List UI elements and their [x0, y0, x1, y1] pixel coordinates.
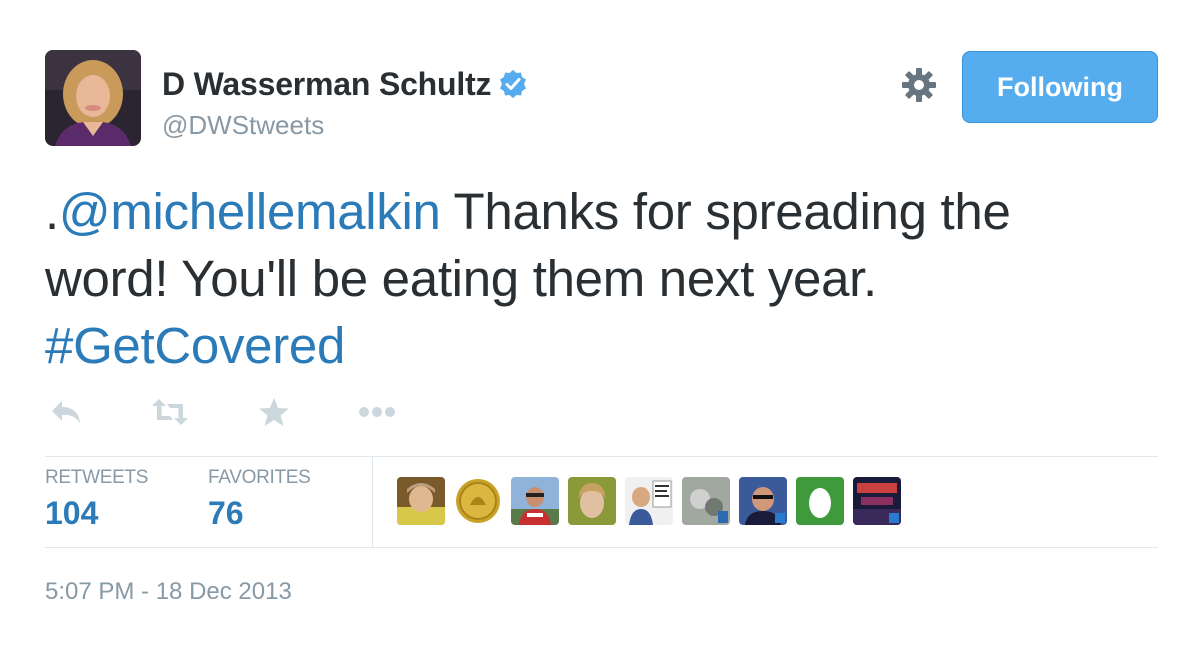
favoriter-avatar[interactable] — [625, 477, 673, 525]
more-button[interactable] — [357, 396, 397, 432]
hashtag-link[interactable]: #GetCovered — [45, 317, 345, 374]
favorite-button[interactable] — [258, 396, 290, 432]
author-handle[interactable]: @DWStweets — [162, 110, 324, 141]
favoriter-avatar[interactable] — [682, 477, 730, 525]
reply-button[interactable] — [50, 396, 82, 432]
favorites-count: 76 — [208, 495, 244, 531]
verified-badge-icon — [497, 68, 529, 100]
favoriter-avatars — [397, 477, 910, 525]
mention-link[interactable]: @michellemalkin — [59, 183, 441, 240]
author-avatar[interactable] — [45, 50, 141, 146]
tweet-text: .@michellemalkin Thanks for spreading th… — [45, 178, 1145, 379]
favorites-stat[interactable]: FAVORITES 76 — [208, 467, 311, 532]
stats-bottom-divider — [45, 547, 1158, 548]
favoriter-avatar[interactable] — [796, 477, 844, 525]
retweet-button[interactable] — [150, 396, 190, 432]
favoriter-avatar[interactable] — [511, 477, 559, 525]
author-name-row[interactable]: D Wasserman Schultz — [162, 64, 529, 104]
retweets-stat[interactable]: RETWEETS 104 — [45, 467, 148, 532]
retweet-icon — [150, 398, 190, 431]
favoriter-avatar[interactable] — [853, 477, 901, 525]
tweet-card: D Wasserman Schultz @DWStweets Following… — [0, 0, 1200, 664]
stats-vertical-divider — [372, 457, 373, 547]
favorites-label: FAVORITES — [208, 467, 311, 488]
gear-icon[interactable] — [900, 66, 938, 104]
more-icon — [357, 405, 397, 424]
favoriter-avatar[interactable] — [454, 477, 502, 525]
reply-icon — [50, 398, 82, 431]
retweets-label: RETWEETS — [45, 467, 149, 488]
star-icon — [258, 396, 290, 433]
favoriter-avatar[interactable] — [739, 477, 787, 525]
favoriter-avatar[interactable] — [397, 477, 445, 525]
following-button[interactable]: Following — [962, 51, 1158, 123]
retweets-count: 104 — [45, 495, 99, 531]
favoriter-avatar[interactable] — [568, 477, 616, 525]
stats-top-divider — [45, 456, 1158, 457]
author-display-name[interactable]: D Wasserman Schultz — [162, 66, 492, 103]
tweet-text-line1: Thanks for spreading the — [440, 183, 1011, 240]
tweet-timestamp[interactable]: 5:07 PM - 18 Dec 2013 — [45, 578, 292, 606]
tweet-text-line2: word! You'll be eating them next year. — [45, 250, 877, 307]
tweet-text-prefix: . — [45, 183, 59, 240]
